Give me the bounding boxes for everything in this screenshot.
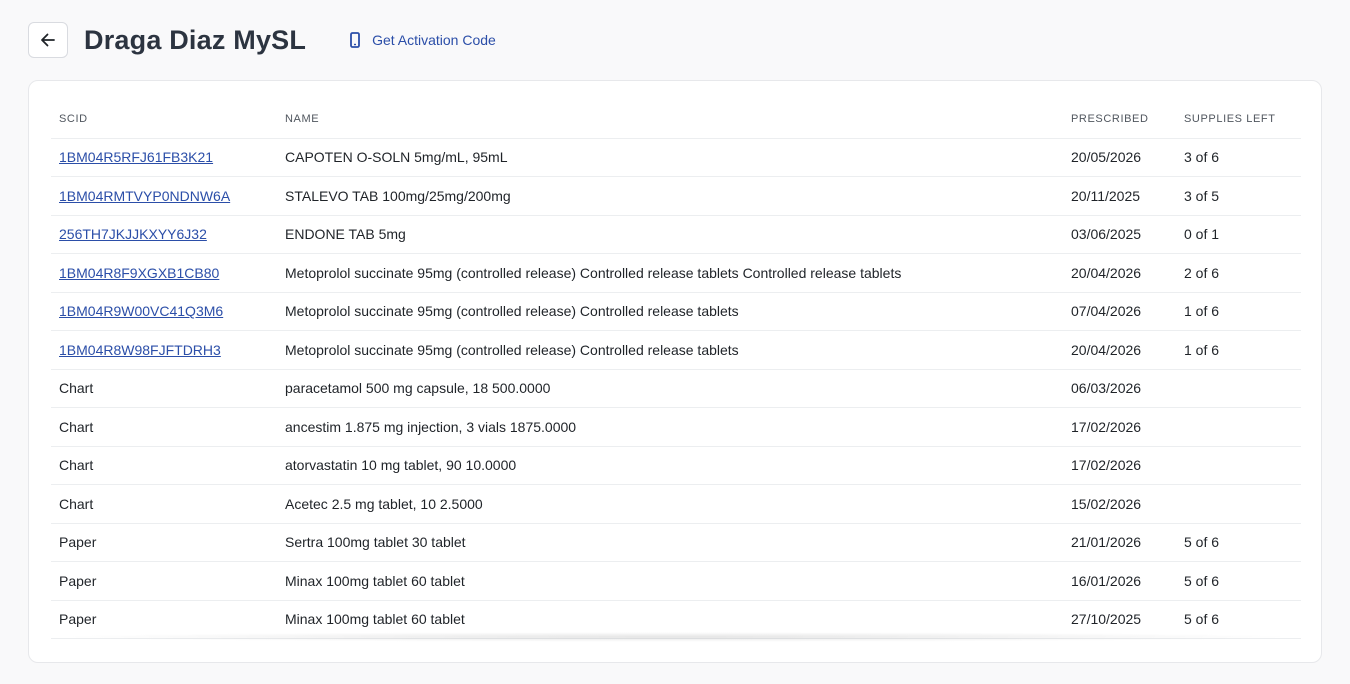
cell-scid: Chart [51,369,277,408]
cell-name: CAPOTEN O-SOLN 5mg/mL, 95mL [277,138,1063,177]
scid-link[interactable]: 1BM04R8W98FJFTDRH3 [59,342,221,358]
get-activation-code-label: Get Activation Code [372,32,496,48]
mobile-phone-icon [348,32,362,48]
cell-supplies-left: 5 of 6 [1176,523,1301,562]
cell-supplies-left [1176,484,1301,524]
table-row[interactable]: 1BM04R9W00VC41Q3M6 Metoprolol succinate 9… [51,292,1301,331]
cell-prescribed: 06/03/2026 [1063,369,1176,408]
cell-scid: 1BM04R8W98FJFTDRH3 [51,330,277,370]
scid-link[interactable]: 1BM04RMTVYP0NDNW6A [59,188,230,204]
cell-supplies-left: 1 of 6 [1176,330,1301,370]
cell-scid: 1BM04RMTVYP0NDNW6A [51,176,277,216]
table-row[interactable]: 1BM04R8F9XGXB1CB80 Metoprolol succinate 9… [51,253,1301,293]
cell-scid: 1BM04R8F9XGXB1CB80 [51,253,277,293]
cell-name: Metoprolol succinate 95mg (controlled re… [277,253,1063,293]
table-row[interactable]: 256TH7JKJJKXYY6J32 ENDONE TAB 5mg 03/06/20… [51,215,1301,254]
cell-prescribed: 20/04/2026 [1063,253,1176,293]
cell-supplies-left: 1 of 6 [1176,292,1301,331]
cell-prescribed: 17/02/2026 [1063,446,1176,485]
cell-scid: Chart [51,484,277,524]
cell-supplies-left: 3 of 5 [1176,176,1301,216]
prescriptions-card: SCID NAME PRESCRIBED SUPPLIES LEFT 1BM04… [28,80,1322,663]
cell-supplies-left [1176,407,1301,447]
cell-scid: Paper [51,523,277,562]
cell-prescribed: 20/05/2026 [1063,138,1176,177]
cell-prescribed: 27/10/2025 [1063,600,1176,639]
cell-scid: Chart [51,446,277,485]
table-row[interactable]: Paper Sertra 100mg tablet 30 tablet 21/01/… [51,523,1301,562]
back-button[interactable] [28,22,68,58]
cell-supplies-left: 5 of 6 [1176,561,1301,601]
cell-prescribed: 16/01/2026 [1063,561,1176,601]
cell-scid: 1BM04R9W00VC41Q3M6 [51,292,277,331]
table-row[interactable]: Paper Minax 100mg tablet 60 tablet 16/01/2… [51,561,1301,601]
cell-scid: Paper [51,600,277,639]
scid-link[interactable]: 256TH7JKJJKXYY6J32 [59,226,207,242]
column-header-name[interactable]: NAME [277,101,1063,139]
cell-name: Metoprolol succinate 95mg (controlled re… [277,292,1063,331]
table-row[interactable]: Chart ancestim 1.875 mg injection, 3 vial… [51,407,1301,447]
cell-name: Minax 100mg tablet 60 tablet [277,600,1063,639]
cell-supplies-left [1176,446,1301,485]
get-activation-code-link[interactable]: Get Activation Code [348,32,496,48]
cell-name: Sertra 100mg tablet 30 tablet [277,523,1063,562]
cell-supplies-left: 5 of 6 [1176,600,1301,639]
prescriptions-table: SCID NAME PRESCRIBED SUPPLIES LEFT 1BM04… [51,101,1301,639]
table-row[interactable]: Chart Acetec 2.5 mg tablet, 10 2.5000 15/0… [51,484,1301,524]
cell-scid: 256TH7JKJJKXYY6J32 [51,215,277,254]
cell-prescribed: 21/01/2026 [1063,523,1176,562]
scid-link[interactable]: 1BM04R8F9XGXB1CB80 [59,265,219,281]
page-header: Draga Diaz MySL Get Activation Code [28,22,496,58]
page-title: Draga Diaz MySL [84,24,307,55]
column-header-supplies-left[interactable]: SUPPLIES LEFT [1176,101,1301,139]
cell-name: Minax 100mg tablet 60 tablet [277,561,1063,601]
cell-scid: 1BM04R5RFJ61FB3K21 [51,138,277,177]
cell-prescribed: 17/02/2026 [1063,407,1176,447]
cell-supplies-left: 0 of 1 [1176,215,1301,254]
cell-name: ENDONE TAB 5mg [277,215,1063,254]
cell-scid: Paper [51,561,277,601]
table-header-row: SCID NAME PRESCRIBED SUPPLIES LEFT [51,101,1301,139]
table-row[interactable]: Chart paracetamol 500 mg capsule, 18 500.… [51,369,1301,408]
cell-name: Metoprolol succinate 95mg (controlled re… [277,330,1063,370]
cell-name: atorvastatin 10 mg tablet, 90 10.0000 [277,446,1063,485]
cell-name: STALEVO TAB 100mg/25mg/200mg [277,176,1063,216]
cell-prescribed: 20/11/2025 [1063,176,1176,216]
table-row[interactable]: 1BM04RMTVYP0NDNW6A STALEVO TAB 100mg/25mg… [51,176,1301,216]
scid-link[interactable]: 1BM04R9W00VC41Q3M6 [59,303,223,319]
column-header-scid[interactable]: SCID [51,101,277,139]
table-row[interactable]: Paper Minax 100mg tablet 60 tablet 27/10/2… [51,600,1301,639]
cell-supplies-left: 3 of 6 [1176,138,1301,177]
cell-scid: Chart [51,407,277,447]
cell-prescribed: 07/04/2026 [1063,292,1176,331]
cell-name: Acetec 2.5 mg tablet, 10 2.5000 [277,484,1063,524]
scid-link[interactable]: 1BM04R5RFJ61FB3K21 [59,149,213,165]
cell-name: paracetamol 500 mg capsule, 18 500.0000 [277,369,1063,408]
table-row[interactable]: 1BM04R8W98FJFTDRH3 Metoprolol succinate 9… [51,330,1301,370]
column-header-prescribed[interactable]: PRESCRIBED [1063,101,1176,139]
arrow-left-icon [39,31,57,49]
table-row[interactable]: Chart atorvastatin 10 mg tablet, 90 10.00… [51,446,1301,485]
table-body: 1BM04R5RFJ61FB3K21 CAPOTEN O-SOLN 5mg/mL,… [51,138,1301,639]
cell-supplies-left: 2 of 6 [1176,253,1301,293]
cell-name: ancestim 1.875 mg injection, 3 vials 187… [277,407,1063,447]
cell-supplies-left [1176,369,1301,408]
table-row[interactable]: 1BM04R5RFJ61FB3K21 CAPOTEN O-SOLN 5mg/mL,… [51,138,1301,177]
cell-prescribed: 20/04/2026 [1063,330,1176,370]
cell-prescribed: 03/06/2025 [1063,215,1176,254]
cell-prescribed: 15/02/2026 [1063,484,1176,524]
